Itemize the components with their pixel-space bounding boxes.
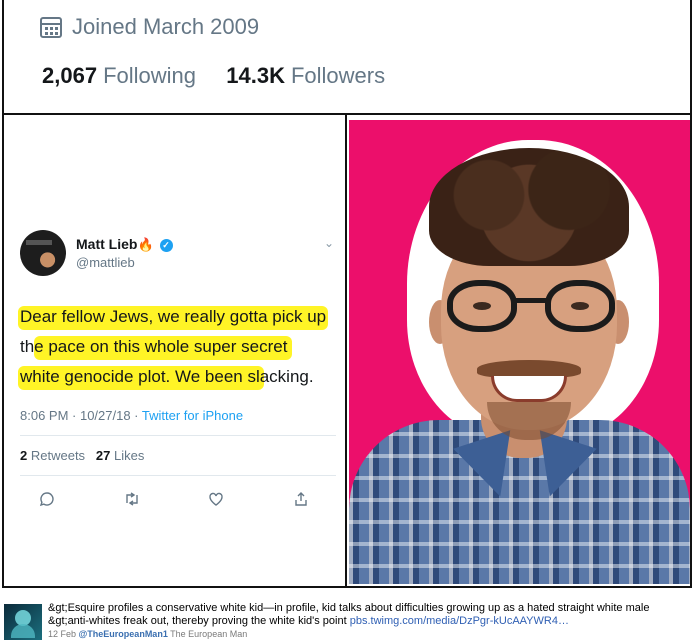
retweets-stat[interactable]: 2 Retweets — [20, 448, 85, 463]
post-media-link[interactable]: pbs.twimg.com/media/DzPgr-kUcAAYWR4… — [350, 615, 569, 627]
glasses-lens — [545, 280, 615, 332]
post-avatar[interactable] — [4, 604, 42, 640]
glasses-lens — [447, 280, 517, 332]
verified-badge-icon: ✓ — [159, 239, 173, 252]
post-author-handle[interactable]: @TheEuropeanMan1 — [79, 629, 168, 639]
post-date: 12 Feb — [48, 629, 79, 639]
divider — [20, 475, 336, 476]
tweet-actions — [20, 490, 310, 508]
post-caption: &gt;Esquire profiles a conservative whit… — [0, 598, 695, 642]
post-meta: 12 Feb @TheEuropeanMan1 The European Man — [48, 629, 247, 639]
likes-count: 27 — [95, 448, 111, 463]
tweet-handle[interactable]: @mattlieb — [76, 255, 173, 270]
glasses-bridge — [515, 298, 547, 303]
tweet-header: Matt Lieb🔥 ✓ @mattlieb ⌄ — [20, 230, 340, 276]
tweet-source-link[interactable]: Twitter for iPhone — [142, 408, 243, 423]
followers-label: Followers — [290, 63, 386, 88]
tweet-stats: 2 Retweets 27 Likes — [20, 448, 340, 463]
follow-counts: 2,067 Following 14.3K Followers — [42, 63, 385, 89]
retweets-label: Retweets — [30, 448, 86, 463]
joined-label: Joined March 2009 — [72, 14, 260, 39]
tweet-screenshot: Matt Lieb🔥 ✓ @mattlieb ⌄ Dear fellow Jew… — [4, 115, 347, 586]
tweet-line-2: the pace on this whole super secret — [20, 337, 288, 356]
display-name: Matt Lieb — [76, 236, 138, 252]
likes-stat[interactable]: 27 Likes — [96, 448, 144, 463]
meme-middle-row: Matt Lieb🔥 ✓ @mattlieb ⌄ Dear fellow Jew… — [2, 115, 692, 588]
portrait-photo — [349, 120, 690, 584]
calendar-icon — [40, 16, 62, 38]
post-text: &gt;Esquire profiles a conservative whit… — [48, 602, 693, 628]
retweet-icon[interactable] — [123, 490, 141, 508]
tweet-card: Matt Lieb🔥 ✓ @mattlieb ⌄ Dear fellow Jew… — [18, 230, 340, 508]
avatar[interactable] — [20, 230, 66, 276]
share-icon[interactable] — [292, 490, 310, 508]
like-icon[interactable] — [207, 490, 225, 508]
following-link[interactable]: 2,067 Following — [42, 63, 196, 88]
tweet-text: Dear fellow Jews, we really gotta pick u… — [18, 302, 340, 392]
tweet-line-1: Dear fellow Jews, we really gotta pick u… — [20, 307, 327, 326]
followers-link[interactable]: 14.3K Followers — [226, 63, 385, 88]
following-label: Following — [103, 63, 196, 88]
likes-label: Likes — [114, 448, 145, 463]
profile-stats-panel: Joined March 2009 2,067 Following 14.3K Fo… — [2, 0, 692, 115]
retweets-count: 2 — [20, 448, 28, 463]
tweet-author-name[interactable]: Matt Lieb🔥 ✓ — [76, 236, 173, 253]
following-count: 2,067 — [42, 63, 98, 88]
curly-hair — [429, 148, 629, 266]
divider — [20, 435, 336, 436]
post-author-name: The European Man — [167, 629, 248, 639]
fire-emoji: 🔥 — [137, 237, 154, 252]
reply-icon[interactable] — [38, 490, 56, 508]
followers-count: 14.3K — [226, 63, 285, 88]
tweet-line-3: white genocide plot. We been slacking. — [20, 367, 314, 386]
tweet-timestamp: 8:06 PM · 10/27/18 · Twitter for iPhone — [20, 408, 340, 423]
chevron-down-icon[interactable]: ⌄ — [324, 236, 334, 250]
timestamp: 8:06 PM · 10/27/18 · — [20, 408, 142, 423]
joined-date: Joined March 2009 — [40, 14, 259, 40]
